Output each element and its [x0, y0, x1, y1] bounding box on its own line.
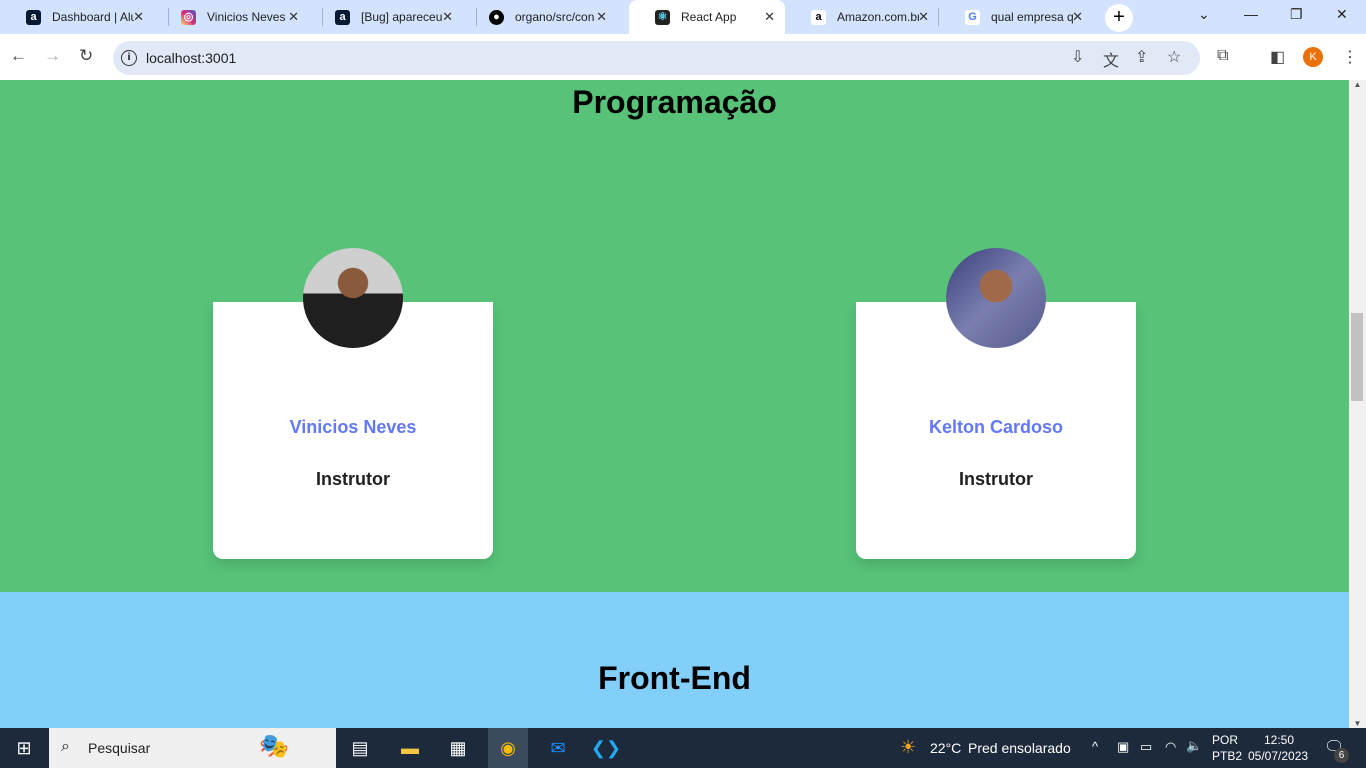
weather-icon[interactable]: ☀	[900, 737, 916, 758]
tab-title: Vinicios Neves (	[207, 10, 289, 24]
url-text[interactable]: localhost:3001	[146, 50, 236, 66]
address-bar[interactable]: i localhost:3001	[113, 41, 1200, 75]
weather-temp[interactable]: 22°C	[930, 740, 961, 756]
tab-title: qual empresa q	[991, 10, 1073, 24]
close-window-button[interactable]: ✕	[1336, 6, 1348, 23]
chrome-icon[interactable]: ◉	[488, 728, 528, 768]
page-content: Programação Vinicios Neves Instrutor Kel…	[0, 80, 1349, 728]
close-icon[interactable]: ✕	[133, 9, 144, 25]
bookmark-star-icon[interactable]: ☆	[1167, 47, 1181, 67]
member-name: Vinicios Neves	[289, 417, 417, 437]
task-view-icon[interactable]: ▤	[340, 728, 380, 768]
notification-badge: 6	[1334, 748, 1349, 763]
reload-icon[interactable]: ↻	[79, 46, 93, 66]
battery-icon[interactable]: ▭	[1140, 739, 1152, 755]
chevron-up-icon[interactable]: ^	[1092, 739, 1098, 754]
instagram-icon: ◎	[181, 10, 196, 25]
share-icon[interactable]: ⇪	[1135, 47, 1148, 67]
tab-title: Amazon.com.br	[837, 10, 919, 24]
scrollbar[interactable]: ▲ ▼	[1349, 80, 1366, 728]
tab-google[interactable]: Gqual empresa q ✕	[939, 0, 1093, 34]
member-name: Kelton Cardoso	[928, 417, 1063, 437]
close-icon[interactable]: ✕	[1072, 9, 1083, 25]
new-tab-button[interactable]: +	[1105, 4, 1133, 32]
tab-strip: a Dashboard | Alu ✕ ◎ Vinicios Neves (✕ a [B…	[0, 0, 1366, 34]
alura-icon: a	[335, 10, 350, 25]
minimize-button[interactable]: —	[1244, 6, 1258, 22]
member-photo	[946, 248, 1046, 348]
close-icon[interactable]: ✕	[596, 9, 607, 25]
outlook-icon[interactable]: ✉	[538, 728, 578, 768]
close-icon[interactable]: ✕	[442, 9, 453, 25]
member-photo	[303, 248, 403, 348]
store-icon[interactable]: ▦	[438, 728, 478, 768]
info-icon[interactable]: i	[121, 50, 137, 66]
search-placeholder: Pesquisar	[88, 740, 151, 756]
tab-amazon[interactable]: a Amazon.com.br ✕	[785, 0, 939, 34]
restore-button[interactable]: ❐	[1290, 6, 1303, 23]
alura-icon: a	[26, 10, 41, 25]
member-role: Instrutor	[959, 469, 1033, 489]
clock-date[interactable]: 05/07/2023	[1248, 749, 1308, 763]
tab-instagram[interactable]: ◎ Vinicios Neves (✕	[155, 0, 309, 34]
camera-icon[interactable]: ▣	[1117, 739, 1129, 755]
section-title: Front-End	[598, 660, 751, 696]
member-card: Vinicios Neves Instrutor	[213, 248, 493, 559]
wifi-icon[interactable]: ◠	[1165, 739, 1176, 755]
tab-github[interactable]: ● organo/src/con ✕	[463, 0, 617, 34]
close-icon[interactable]: ✕	[918, 9, 929, 25]
tab-search-icon[interactable]: ⌄	[1198, 6, 1210, 23]
clock-time[interactable]: 12:50	[1264, 733, 1294, 747]
file-explorer-icon[interactable]: ▬	[390, 728, 430, 768]
windows-start-icon[interactable]: ⊞	[4, 728, 44, 768]
tab-react-app[interactable]: ⚛ React App ✕	[629, 0, 785, 34]
taskbar: ⊞ ⌕ Pesquisar 🎭 ▤ ▬ ▦ ◉ ✉ ❮❯ ☀ 22°C Pred…	[0, 728, 1366, 768]
volume-icon[interactable]: 🔈	[1186, 738, 1202, 754]
close-icon[interactable]: ✕	[764, 9, 775, 25]
google-icon: G	[965, 10, 980, 25]
browser-toolbar: ← → ↻ i localhost:3001 ⇩ 文 ⇪ ☆ ⧉ ◧ K ⋮	[0, 34, 1366, 80]
close-icon[interactable]: ✕	[288, 9, 299, 25]
tab-title: Dashboard | Alu	[52, 10, 134, 24]
tab-title: organo/src/con	[515, 10, 595, 24]
section-front-end: Front-End	[0, 592, 1349, 728]
search-highlight-icon: 🎭	[259, 733, 289, 760]
section-title: Programação	[572, 84, 777, 120]
language-bottom[interactable]: PTB2	[1212, 749, 1242, 763]
back-icon[interactable]: ←	[10, 46, 27, 66]
section-programacao: Programação Vinicios Neves Instrutor Kel…	[0, 80, 1349, 592]
github-icon: ●	[489, 10, 504, 25]
install-icon[interactable]: ⇩	[1071, 47, 1084, 67]
translate-icon[interactable]: 文	[1103, 47, 1119, 71]
extensions-icon[interactable]: ⧉	[1217, 47, 1228, 65]
member-card: Kelton Cardoso Instrutor	[856, 248, 1136, 559]
weather-text[interactable]: Pred ensolarado	[968, 740, 1071, 756]
tab-dashboard[interactable]: a Dashboard | Alu ✕	[0, 0, 154, 34]
forward-icon[interactable]: →	[44, 46, 61, 66]
amazon-icon: a	[811, 10, 826, 25]
side-panel-icon[interactable]: ◧	[1270, 47, 1285, 67]
vscode-icon[interactable]: ❮❯	[586, 728, 626, 768]
profile-avatar[interactable]: K	[1303, 47, 1323, 67]
search-icon: ⌕	[61, 738, 70, 755]
taskbar-search[interactable]: ⌕ Pesquisar 🎭	[49, 728, 336, 768]
tab-title: React App	[681, 10, 737, 24]
scrollbar-thumb[interactable]	[1351, 313, 1363, 401]
tab-title: [Bug] apareceu	[361, 10, 443, 24]
tab-bug[interactable]: a [Bug] apareceu ✕	[309, 0, 463, 34]
react-icon: ⚛	[655, 10, 670, 25]
language-top[interactable]: POR	[1212, 733, 1238, 747]
member-role: Instrutor	[316, 469, 390, 489]
menu-icon[interactable]: ⋮	[1342, 47, 1358, 67]
